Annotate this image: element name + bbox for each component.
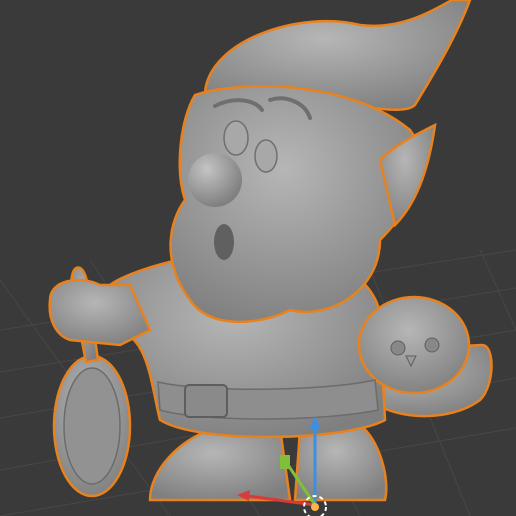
belt-buckle: [184, 384, 228, 418]
viewport-scene[interactable]: [0, 0, 516, 516]
chick-eye-left: [390, 340, 406, 356]
chick: [357, 295, 471, 395]
right-eye: [254, 139, 278, 173]
3d-viewport[interactable]: [0, 0, 516, 516]
left-boot: [148, 426, 292, 502]
pan-inner: [63, 367, 121, 485]
mouth: [214, 224, 234, 260]
left-eye: [223, 120, 249, 156]
chick-eye-right: [424, 337, 440, 353]
y-axis-handle: [280, 455, 290, 469]
nose: [188, 153, 242, 207]
